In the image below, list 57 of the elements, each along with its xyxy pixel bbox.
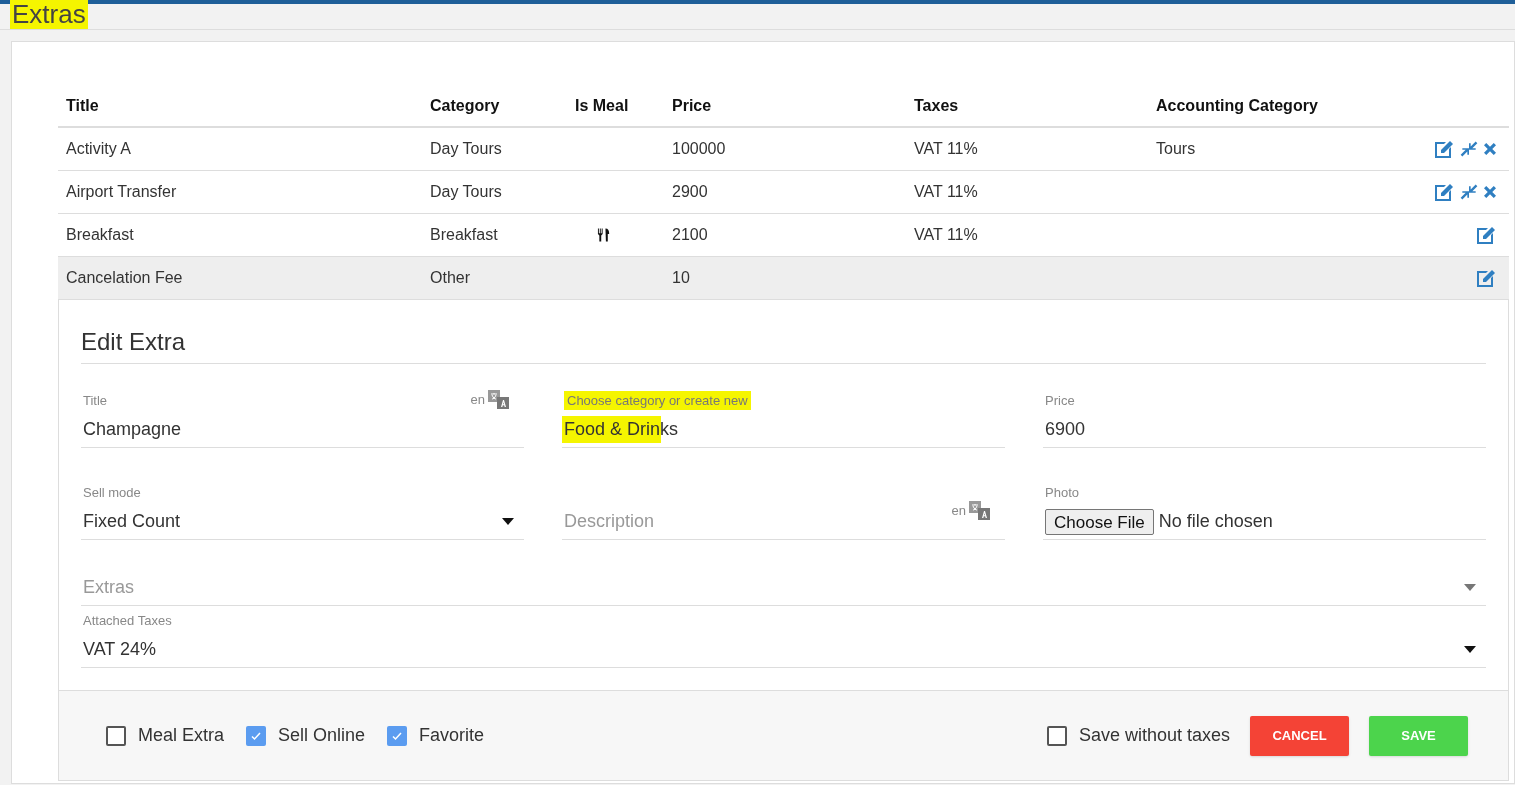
- checkbox-label: Save without taxes: [1078, 724, 1230, 747]
- compress-arrows-icon[interactable]: [1459, 139, 1479, 159]
- table-cell-text: Breakfast: [430, 225, 498, 245]
- table-cell-text: Airport Transfer: [66, 182, 177, 202]
- field-label: Title: [83, 391, 108, 410]
- table-cell-text: 2900: [672, 182, 708, 202]
- field-label: Sell mode: [83, 483, 141, 502]
- column-header: Title: [66, 97, 99, 114]
- column-header: Is Meal: [575, 97, 629, 114]
- checkbox-label: Meal Extra: [138, 724, 225, 747]
- language-code: en: [951, 501, 966, 520]
- language-code: en: [470, 391, 485, 410]
- field-label: Photo: [1045, 483, 1079, 502]
- close-icon[interactable]: [1481, 183, 1499, 201]
- table-cell-text: VAT 11%: [914, 182, 978, 202]
- input-field[interactable]: 6900: [1043, 412, 1486, 448]
- field-label: Attached Taxes: [83, 611, 172, 630]
- checkbox-label: Sell Online: [278, 724, 366, 747]
- table-cell-text: Activity A: [66, 139, 131, 159]
- input-field[interactable]: Champagne: [81, 412, 524, 448]
- compress-arrows-icon[interactable]: [1459, 182, 1479, 202]
- field-label: Price: [1045, 391, 1075, 410]
- checkbox[interactable]: [387, 725, 408, 746]
- table-cell-text: Day Tours: [430, 139, 502, 159]
- table-cell-text: 10: [672, 268, 690, 288]
- table-cell-text: VAT 11%: [914, 225, 978, 245]
- column-header: Price: [672, 97, 712, 114]
- checkbox-label: Favorite: [419, 724, 485, 747]
- cancel-button[interactable]: CANCEL: [1250, 715, 1349, 756]
- page-title: Extras: [10, 0, 88, 29]
- dropdown-arrow-icon[interactable]: [1464, 646, 1476, 653]
- table-cell-text: Other: [430, 268, 470, 288]
- select-field[interactable]: Fixed Count: [81, 504, 524, 540]
- choose-file-button[interactable]: Choose File: [1045, 508, 1154, 535]
- form-heading: Edit Extra: [81, 328, 186, 355]
- checkbox[interactable]: [1046, 725, 1067, 746]
- table-cell-text: 100000: [672, 139, 726, 159]
- translate-icon[interactable]: [488, 390, 510, 410]
- checkbox[interactable]: [106, 725, 126, 746]
- table-row[interactable]: Cancelation Fee Other 10: [58, 257, 1509, 300]
- translate-icon[interactable]: [969, 500, 991, 521]
- column-header: Category: [430, 97, 500, 114]
- column-header: Taxes: [914, 97, 959, 114]
- input-field[interactable]: Description en: [562, 504, 1005, 540]
- table-cell-text: Day Tours: [430, 182, 502, 202]
- table-cell-text: Cancelation Fee: [66, 268, 183, 288]
- field-label: Choose category or create new: [564, 390, 751, 410]
- table-cell-text: Breakfast: [66, 225, 134, 245]
- select-field[interactable]: VAT 24%: [81, 632, 1486, 668]
- table-cell-text: 2100: [672, 225, 708, 245]
- table-cell-text: Tours: [1156, 139, 1196, 159]
- column-header: Accounting Category: [1156, 97, 1318, 114]
- checkbox[interactable]: [246, 725, 267, 746]
- table-cell-text: VAT 11%: [914, 139, 978, 159]
- close-icon[interactable]: [1481, 140, 1499, 158]
- dropdown-arrow-icon[interactable]: [502, 518, 514, 525]
- file-status: No file chosen: [1158, 510, 1273, 533]
